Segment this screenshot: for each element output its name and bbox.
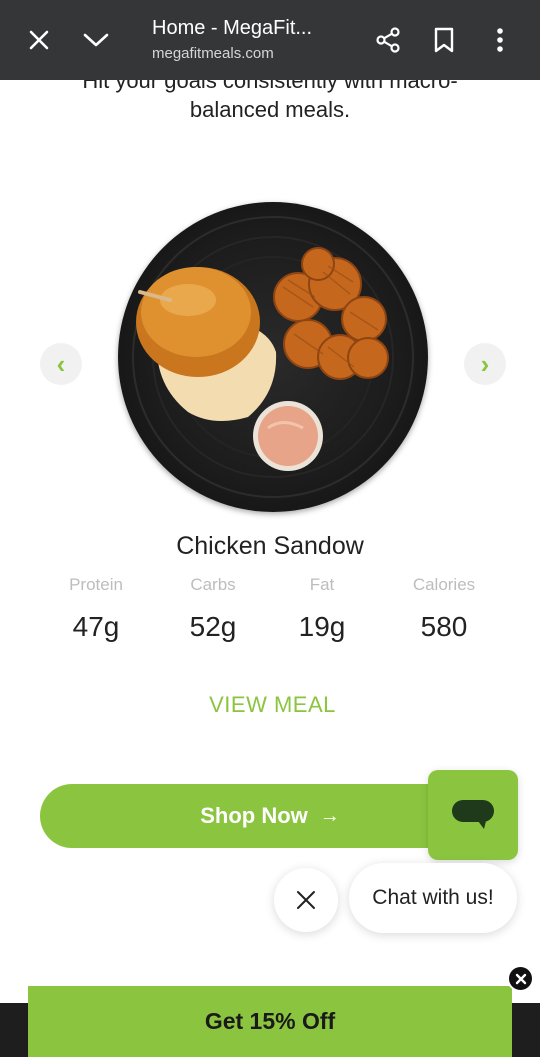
chat-close-button[interactable] [274,868,338,932]
arrow-right-icon: → [319,804,340,827]
browser-url: megafitmeals.com [152,45,274,62]
promo-button[interactable]: Get 15% Off [28,986,512,1057]
chat-icon [452,800,494,829]
macro-label: Carbs [190,575,236,594]
chat-bubble[interactable]: Chat with us! [349,863,517,933]
meal-image[interactable] [118,202,428,512]
macro-label: Fat [309,575,335,594]
macro-label: Protein [69,575,123,594]
page-title-area[interactable]: Home - MegaFit... megafitmeals.com [152,16,352,64]
macro-fat: Fat 19g [262,574,382,643]
bookmark-icon[interactable] [424,20,464,60]
more-vert-icon[interactable] [480,20,520,60]
chat-launcher-button[interactable] [428,770,518,860]
macro-calories: Calories 580 [384,574,504,643]
shop-now-label: Shop Now [200,803,308,828]
browser-title: Home - MegaFit... [152,17,313,39]
macro-value: 52g [189,611,237,642]
view-meal-link[interactable]: VIEW MEAL [0,692,540,718]
share-icon[interactable] [368,20,408,60]
promo-close-button[interactable] [507,965,534,992]
meal-name: Chicken Sandow [176,532,364,560]
carousel-next-button[interactable]: › [464,343,506,385]
macro-label: Calories [412,575,476,594]
macro-carbs: Carbs 52g [153,574,273,643]
close-icon [515,973,526,984]
macro-value: 19g [298,611,346,642]
chevron-left-icon: ‹ [56,348,66,379]
chevron-down-icon[interactable] [76,20,116,60]
browser-toolbar: Home - MegaFit... megafitmeals.com [0,0,540,80]
carousel-prev-button[interactable]: ‹ [40,343,82,385]
macro-value: 580 [420,611,468,642]
macro-value: 47g [72,611,120,642]
close-icon[interactable] [19,20,59,60]
close-icon [297,891,315,909]
macro-protein: Protein 47g [36,574,156,643]
chevron-right-icon: › [480,348,490,379]
